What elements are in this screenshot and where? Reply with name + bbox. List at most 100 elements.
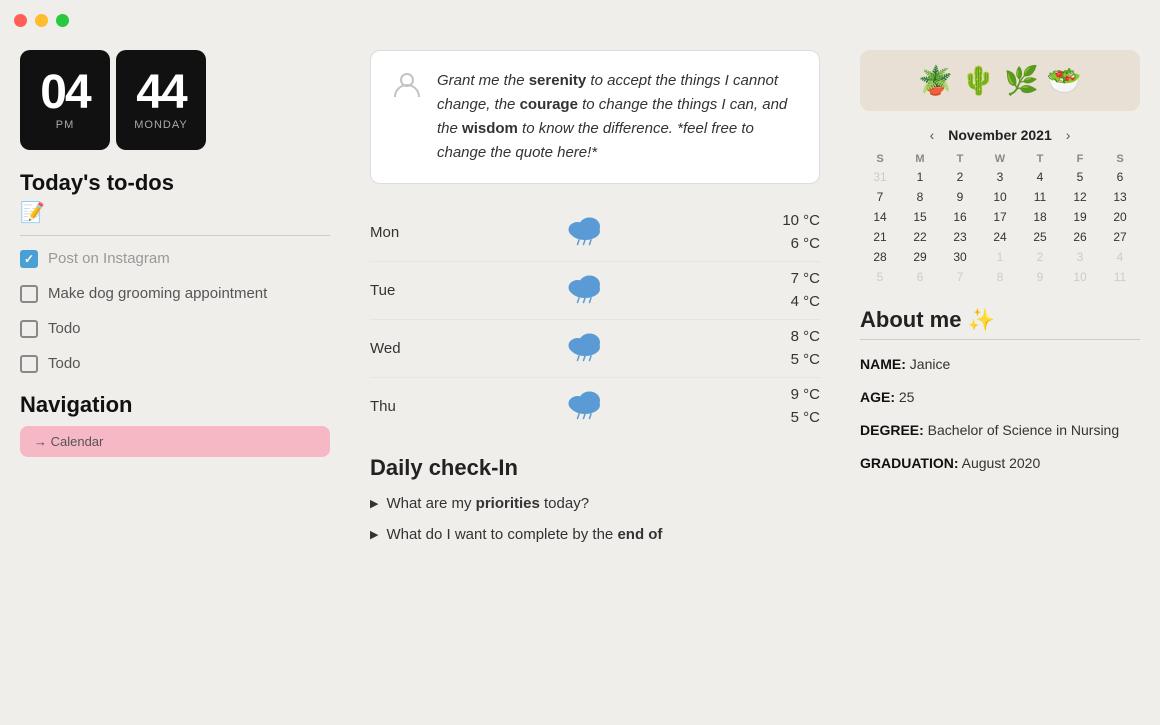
calendar-day[interactable]: 7 (940, 267, 980, 287)
navigation-section: Navigation → Calendar (20, 392, 330, 457)
todo-checkbox[interactable] (20, 355, 38, 373)
calendar-day[interactable]: 10 (980, 187, 1020, 207)
todo-checkbox[interactable] (20, 320, 38, 338)
todos-divider (20, 235, 330, 236)
todo-checkbox[interactable] (20, 285, 38, 303)
calendar-day[interactable]: 4 (1100, 247, 1140, 267)
calendar-day[interactable]: 26 (1060, 227, 1100, 247)
checkin-arrow-icon-2: ▶ (370, 527, 378, 544)
calendar-day[interactable]: 31 (860, 167, 900, 187)
checkin-section: Daily check-In ▶ What are my priorities … (370, 455, 820, 546)
calendar-week-row: 14151617181920 (860, 207, 1140, 227)
clock-period: PM (56, 119, 75, 131)
calendar-day[interactable]: 11 (1020, 187, 1060, 207)
calendar-body: 3112345678910111213141516171819202122232… (860, 167, 1140, 287)
calendar-next-button[interactable]: › (1062, 127, 1075, 143)
todo-item[interactable]: Todo (20, 353, 330, 374)
about-title: About me ✨ (860, 307, 1140, 333)
about-field: NAME: Janice (860, 354, 1140, 375)
calendar-day[interactable]: 5 (860, 267, 900, 287)
calendar-header: ‹ November 2021 › (860, 127, 1140, 143)
cal-header-t1: T (940, 151, 980, 167)
calendar-week-row: 567891011 (860, 267, 1140, 287)
calendar-day[interactable]: 29 (900, 247, 940, 267)
plant-emoji-3: 🌿 (1004, 64, 1039, 97)
calendar-day[interactable]: 19 (1060, 207, 1100, 227)
calendar-day[interactable]: 2 (940, 167, 980, 187)
navigation-button[interactable]: → Calendar (20, 426, 330, 457)
calendar-day[interactable]: 4 (1020, 167, 1060, 187)
calendar-day[interactable]: 6 (900, 267, 940, 287)
calendar-day[interactable]: 20 (1100, 207, 1140, 227)
cal-header-s2: S (1100, 151, 1140, 167)
todo-text: Todo (48, 318, 81, 339)
calendar-day[interactable]: 28 (860, 247, 900, 267)
checkin-text-2: What do I want to complete by the end of (386, 524, 662, 547)
calendar-day[interactable]: 5 (1060, 167, 1100, 187)
calendar-day[interactable]: 11 (1100, 267, 1140, 287)
checkin-item-2: ▶ What do I want to complete by the end … (370, 524, 820, 547)
checkin-item-1: ▶ What are my priorities today? (370, 493, 820, 516)
calendar-day[interactable]: 9 (1020, 267, 1060, 287)
cal-header-m: M (900, 151, 940, 167)
calendar-day[interactable]: 1 (900, 167, 940, 187)
calendar-day[interactable]: 23 (940, 227, 980, 247)
calendar-day[interactable]: 8 (900, 187, 940, 207)
calendar-day[interactable]: 17 (980, 207, 1020, 227)
calendar-day[interactable]: 27 (1100, 227, 1140, 247)
calendar-day[interactable]: 25 (1020, 227, 1060, 247)
calendar-day[interactable]: 13 (1100, 187, 1140, 207)
calendar-week-row: 2829301234 (860, 247, 1140, 267)
weather-cloud-icon (430, 268, 740, 313)
cal-header-t2: T (1020, 151, 1060, 167)
calendar-day[interactable]: 18 (1020, 207, 1060, 227)
maximize-button[interactable] (56, 14, 69, 27)
close-button[interactable] (14, 14, 27, 27)
weather-cloud-icon (430, 210, 740, 255)
weather-row: Mon 10 °C6 °C (370, 204, 820, 262)
calendar-day[interactable]: 8 (980, 267, 1020, 287)
weather-day-label: Mon (370, 224, 430, 241)
left-column: 04 PM 44 MONDAY Today's to-dos 📝 Post on… (20, 50, 350, 715)
todo-checkbox[interactable] (20, 250, 38, 268)
calendar-day[interactable]: 9 (940, 187, 980, 207)
weather-widget: Mon 10 °C6 °CTue 7 °C4 °CWed 8 °C5 °C Thu… (370, 204, 820, 435)
weather-row: Wed 8 °C5 °C (370, 320, 820, 378)
calendar-prev-button[interactable]: ‹ (926, 127, 939, 143)
todo-item[interactable]: Todo (20, 318, 330, 339)
weather-cloud-icon (430, 384, 740, 429)
cal-header-f: F (1060, 151, 1100, 167)
right-column: 🪴 🌵 🌿 🥗 ‹ November 2021 › S M T W T (840, 50, 1140, 715)
weather-day-label: Thu (370, 398, 430, 415)
cal-header-w: W (980, 151, 1020, 167)
calendar-day[interactable]: 6 (1100, 167, 1140, 187)
plant-emoji-1: 🪴 (918, 64, 953, 97)
calendar-day[interactable]: 7 (860, 187, 900, 207)
todo-text: Make dog grooming appointment (48, 283, 267, 304)
calendar-day[interactable]: 15 (900, 207, 940, 227)
about-divider (860, 339, 1140, 340)
todo-item[interactable]: Make dog grooming appointment (20, 283, 330, 304)
about-field: AGE: 25 (860, 387, 1140, 408)
calendar-day[interactable]: 3 (1060, 247, 1100, 267)
calendar-day[interactable]: 2 (1020, 247, 1060, 267)
calendar-day[interactable]: 10 (1060, 267, 1100, 287)
calendar-day[interactable]: 22 (900, 227, 940, 247)
weather-row: Tue 7 °C4 °C (370, 262, 820, 320)
calendar-day[interactable]: 3 (980, 167, 1020, 187)
weather-temps: 7 °C4 °C (740, 268, 820, 313)
minimize-button[interactable] (35, 14, 48, 27)
about-fields: NAME: JaniceAGE: 25DEGREE: Bachelor of S… (860, 354, 1140, 474)
calendar-day[interactable]: 30 (940, 247, 980, 267)
weather-temps: 8 °C5 °C (740, 326, 820, 371)
calendar-day[interactable]: 1 (980, 247, 1020, 267)
todo-item[interactable]: Post on Instagram (20, 248, 330, 269)
plant-emoji-4: 🥗 (1047, 64, 1082, 97)
calendar-day[interactable]: 12 (1060, 187, 1100, 207)
todos-title: Today's to-dos (20, 170, 330, 196)
calendar-day[interactable]: 21 (860, 227, 900, 247)
calendar-day[interactable]: 14 (860, 207, 900, 227)
calendar-day[interactable]: 24 (980, 227, 1020, 247)
calendar-day[interactable]: 16 (940, 207, 980, 227)
clock-day: MONDAY (134, 119, 187, 131)
